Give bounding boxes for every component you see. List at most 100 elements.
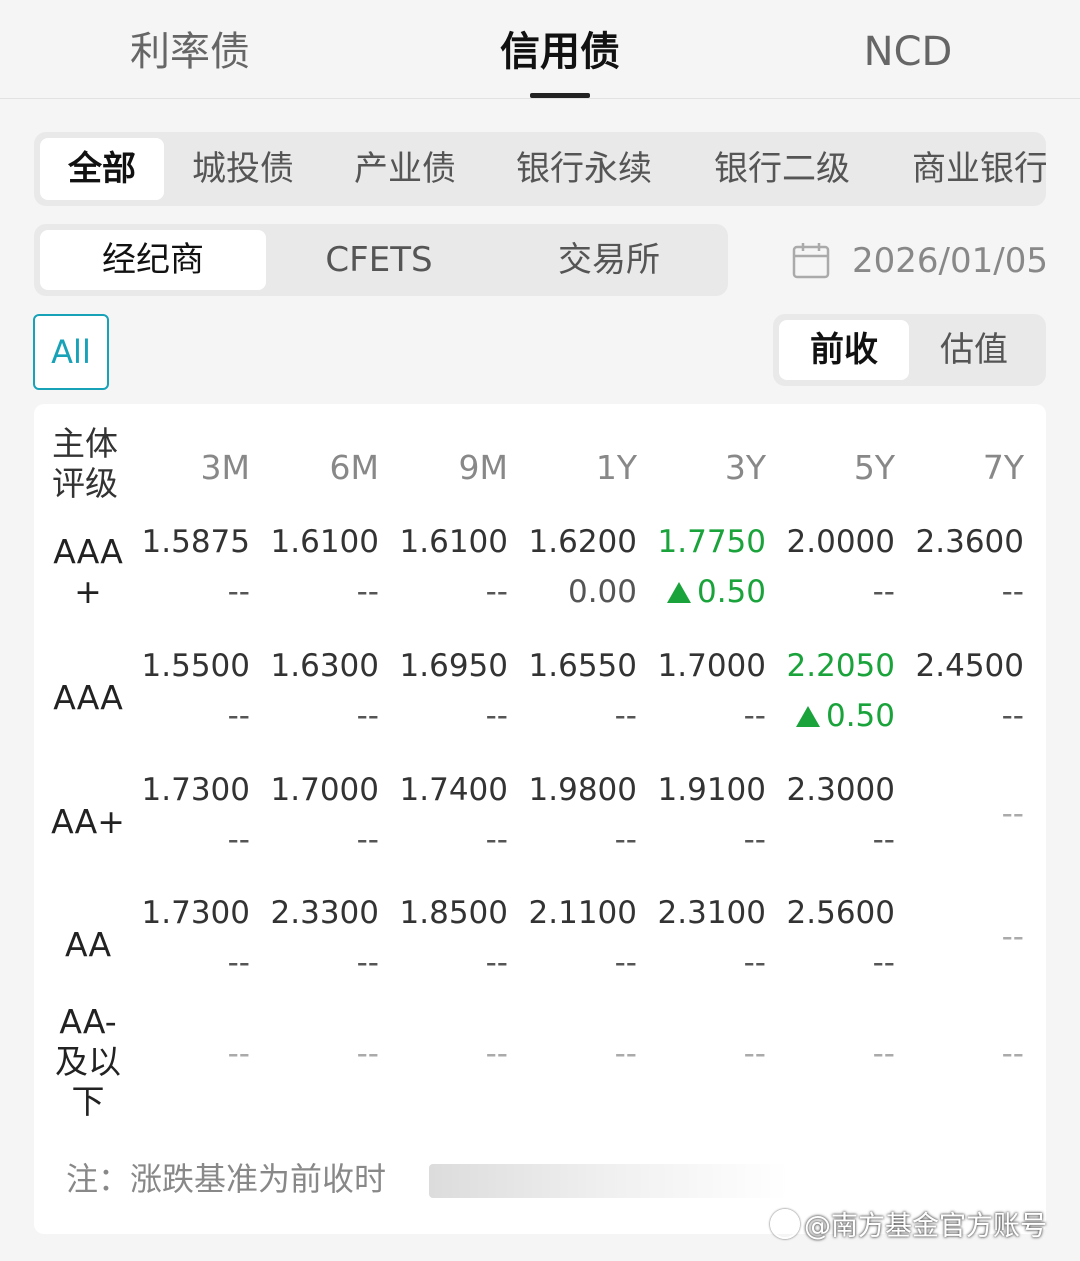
yield-change-5y: -- [872,574,895,610]
active-tab-indicator [530,93,590,98]
yield-change-9m: -- [485,698,508,734]
yield-value-6m: 1.6300 [270,648,379,684]
yield-change-6m: -- [356,822,379,858]
top-tab-bar: 利率债 信用债 NCD [0,0,1080,99]
watermark-text: @南方基金官方账号 [804,1211,1047,1242]
source-exchange[interactable]: 交易所 [496,230,722,290]
yield-change-3m: -- [227,698,250,734]
category-bank-perpetual[interactable]: 银行永续 [516,138,652,200]
tab-rate-bonds[interactable]: 利率债 [60,0,320,98]
yield-change-3y: 0.50 [642,574,766,610]
tab-ncd[interactable]: NCD [778,0,1038,98]
yield-value-1y: 1.6200 [528,524,637,560]
yield-change-3y: -- [743,822,766,858]
yield-value-5y: 2.2050 [786,648,895,684]
yield-change-3m: -- [227,574,250,610]
source-selector: 经纪商 CFETS 交易所 [34,224,728,296]
mode-prev-close[interactable]: 前收 [779,320,909,380]
yield-change-1y: -- [614,1036,637,1072]
yield-change-5y: -- [872,945,895,981]
yield-change-3m: -- [227,945,250,981]
yield-change-6m: -- [356,574,379,610]
source-cfets[interactable]: CFETS [266,230,492,290]
yield-value-3y: 1.7000 [657,648,766,684]
watermark: @南方基金官方账号 [770,1204,1047,1243]
yield-change-3y: -- [743,945,766,981]
yield-value-6m: 2.3300 [270,895,379,931]
yield-change-6m: -- [356,1036,379,1072]
calendar-icon [792,243,830,279]
yield-value-5y: 2.3000 [786,772,895,808]
category-all[interactable]: 全部 [40,138,164,200]
date-value: 2026/01/05 [852,241,1048,281]
watermark-logo-icon [770,1209,800,1239]
yield-change-3y: -- [743,1036,766,1072]
yield-change-5y: -- [872,1036,895,1072]
yield-value-3y: 1.9100 [657,772,766,808]
yield-change-7y: -- [1001,796,1024,832]
yield-change-3m: -- [227,1036,250,1072]
yield-change-3y: -- [743,698,766,734]
yield-value-3y: 2.3100 [657,895,766,931]
yield-value-9m: 1.8500 [399,895,508,931]
all-filter-button[interactable]: All [33,314,109,390]
yield-value-3m: 1.5875 [141,524,250,560]
yield-change-3m: -- [227,822,250,858]
yield-value-1y: 1.6550 [528,648,637,684]
column-header-9m: 9M [458,448,508,487]
yield-value-1y: 1.9800 [528,772,637,808]
yield-value-3m: 1.5500 [141,648,250,684]
category-commercial-bank[interactable]: 商业银行 [912,138,1046,200]
yield-value-7y: 2.3600 [915,524,1024,560]
category-industrial[interactable]: 产业债 [354,138,456,200]
yield-table-card: 主体 评级 3M 6M 9M 1Y 3Y 5Y 7Y AAA +1.5875 -- 1.6100-… [34,404,1046,1234]
footnote-blurred-region [429,1164,789,1198]
yield-value-9m: 1.7400 [399,772,508,808]
yield-value-1y: 2.1100 [528,895,637,931]
yield-change-9m: -- [485,574,508,610]
yield-value-5y: 2.0000 [786,524,895,560]
price-mode-selector: 前收 估值 [773,314,1046,386]
yield-change-6m: -- [356,945,379,981]
change-value: 0.50 [825,698,895,734]
up-triangle-icon [795,706,820,727]
yield-value-3m: 1.7300 [141,895,250,931]
yield-change-7y: -- [1001,698,1024,734]
yield-change-7y: -- [1001,1036,1024,1072]
yield-change-5y: 0.50 [771,698,895,734]
yield-value-9m: 1.6100 [399,524,508,560]
column-header-6m: 6M [329,448,379,487]
column-header-1y: 1Y [595,448,637,487]
category-filter-bar: 全部 城投债 产业债 银行永续 银行二级 商业银行 [34,132,1046,206]
source-broker[interactable]: 经纪商 [40,230,266,290]
yield-value-9m: 1.6950 [399,648,508,684]
yield-change-9m: -- [485,945,508,981]
yield-value-6m: 1.7000 [270,772,379,808]
yield-change-6m: -- [356,698,379,734]
change-value: 0.50 [696,574,766,610]
yield-value-7y: 2.4500 [915,648,1024,684]
yield-value-6m: 1.6100 [270,524,379,560]
category-urban-investment[interactable]: 城投债 [192,138,294,200]
column-header-3m: 3M [200,448,250,487]
rating-header: 主体 评级 [52,424,118,504]
column-header-5y: 5Y [853,448,895,487]
yield-change-1y: -- [614,945,637,981]
footnote: 注：涨跌基准为前收时 [66,1160,387,1198]
rating-header-line1: 主体 [52,424,118,463]
yield-change-1y: -- [614,822,637,858]
tab-credit-bonds-label: 信用债 [500,29,620,75]
yield-change-7y: -- [1001,574,1024,610]
row-rating-label-line: 下 [71,1082,105,1121]
rating-header-line2: 评级 [52,464,118,503]
tab-credit-bonds[interactable]: 信用债 [430,0,690,98]
up-triangle-icon [666,582,691,603]
yield-change-5y: -- [872,822,895,858]
mode-valuation[interactable]: 估值 [909,320,1039,380]
yield-value-3m: 1.7300 [141,772,250,808]
column-header-3y: 3Y [724,448,766,487]
yield-value-5y: 2.5600 [786,895,895,931]
category-bank-tier2[interactable]: 银行二级 [714,138,850,200]
yield-change-1y: 0.00 [567,574,637,610]
column-header-7y: 7Y [982,448,1024,487]
